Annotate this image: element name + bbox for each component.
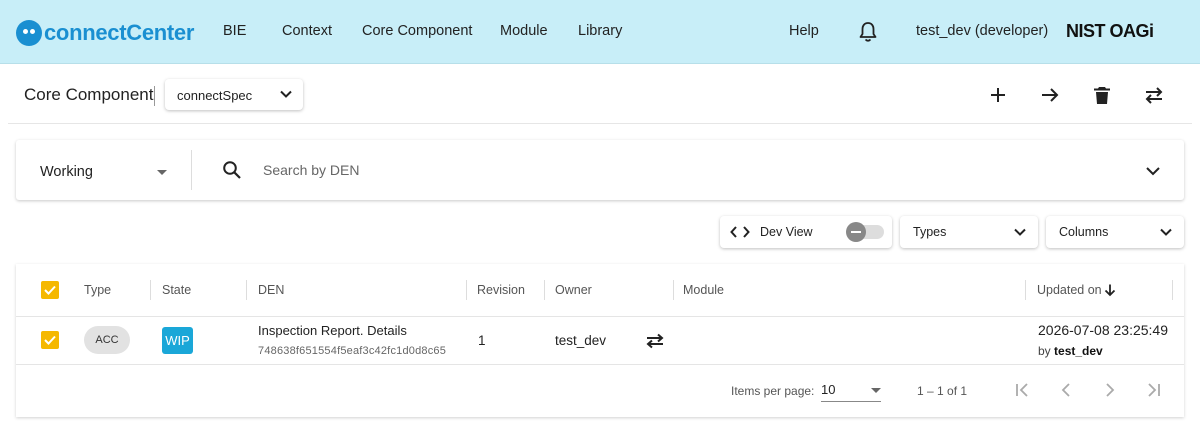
column-divider [246,280,247,300]
search-divider [191,150,192,190]
search-panel: Working [16,140,1184,200]
column-header-updated-on[interactable]: Updated on [1037,283,1102,297]
column-divider [544,280,545,300]
nav-item-library[interactable]: Library [578,23,622,39]
row-divider [16,364,1184,365]
arrow-right-icon[interactable] [1039,84,1061,106]
revision-cell: 1 [478,333,486,348]
release-select[interactable]: connectSpec [165,79,303,110]
code-icon [730,226,750,238]
nav-item-help[interactable]: Help [789,23,819,39]
dev-view-label: Dev View [760,225,813,239]
search-icon [223,161,241,179]
column-header-module[interactable]: Module [683,283,724,297]
trash-icon[interactable] [1091,84,1113,106]
caret-down-icon [157,170,167,175]
release-select-value: connectSpec [177,88,253,103]
column-divider [150,280,151,300]
org-logo: NIST OAGi [1066,21,1154,41]
transfer-icon[interactable] [1143,84,1165,106]
nav-item-bie[interactable]: BIE [223,23,246,39]
header-divider [8,123,1192,124]
nav-item-context[interactable]: Context [282,23,332,39]
nav-item-module[interactable]: Module [500,23,548,39]
logo-face-icon [16,20,42,46]
next-page-icon[interactable] [1101,381,1119,399]
column-header-revision[interactable]: Revision [477,283,525,297]
bell-icon[interactable] [858,21,878,43]
updated-by: by test_dev [1038,344,1103,358]
page-title: Core Component [24,85,154,104]
first-page-icon[interactable] [1013,381,1031,399]
chevron-down-icon [1014,228,1026,236]
column-divider [466,280,467,300]
column-divider [1025,280,1026,300]
header-row-divider [16,316,1184,317]
page-size-value: 10 [821,382,836,397]
check-icon [44,285,56,295]
transfer-ownership-icon[interactable] [644,333,666,349]
user-menu[interactable]: test_dev (developer) [916,23,1048,39]
state-badge: WIP [162,327,193,354]
title-divider [154,86,155,106]
column-header-type[interactable]: Type [84,283,111,297]
chevron-down-icon [280,90,292,98]
add-icon[interactable] [987,84,1009,106]
select-all-checkbox[interactable] [41,281,59,299]
last-page-icon[interactable] [1145,381,1163,399]
chevron-down-icon [1160,228,1172,236]
arrow-down-icon[interactable] [1103,283,1117,297]
column-header-state[interactable]: State [162,283,191,297]
row-checkbox[interactable] [41,331,59,349]
nav-item-core-component[interactable]: Core Component [362,23,472,39]
types-select-label: Types [913,225,947,239]
updated-by-prefix: by [1038,344,1051,358]
app-logo[interactable]: connectCenter [16,18,194,48]
dev-view-toggle[interactable]: Dev View [720,216,892,248]
page-size-select[interactable]: 10 [821,382,881,402]
state-filter-select[interactable]: Working [40,164,93,180]
columns-select[interactable]: Columns [1046,216,1184,248]
den-link[interactable]: Inspection Report. Details [258,323,407,338]
results-table: Type State DEN Revision Owner Module Upd… [16,264,1184,417]
page-range: 1 – 1 of 1 [917,384,968,398]
updated-on-cell: 2026-07-08 23:25:49 [1038,322,1168,338]
previous-page-icon[interactable] [1057,381,1075,399]
column-divider [673,280,674,300]
types-select[interactable]: Types [900,216,1038,248]
check-icon [44,335,56,345]
den-guid: 748638f651554f5eaf3c42fc1d0d8c65 [258,345,447,357]
top-navbar: connectCenter BIE Context Core Component… [0,0,1200,64]
columns-select-label: Columns [1059,225,1109,239]
updated-by-user: test_dev [1054,344,1103,358]
column-divider [1172,280,1173,300]
dev-view-switch[interactable] [846,222,884,242]
items-per-page-label: Items per page: [731,384,815,398]
owner-cell: test_dev [555,333,607,348]
column-header-owner[interactable]: Owner [555,283,592,297]
type-badge: ACC [84,326,130,354]
caret-down-icon [871,388,881,393]
chevron-down-icon[interactable] [1144,162,1162,180]
column-header-den[interactable]: DEN [258,283,284,297]
switch-knob [846,222,866,242]
logo-text: connectCenter [44,20,195,45]
search-input[interactable] [263,158,1123,182]
